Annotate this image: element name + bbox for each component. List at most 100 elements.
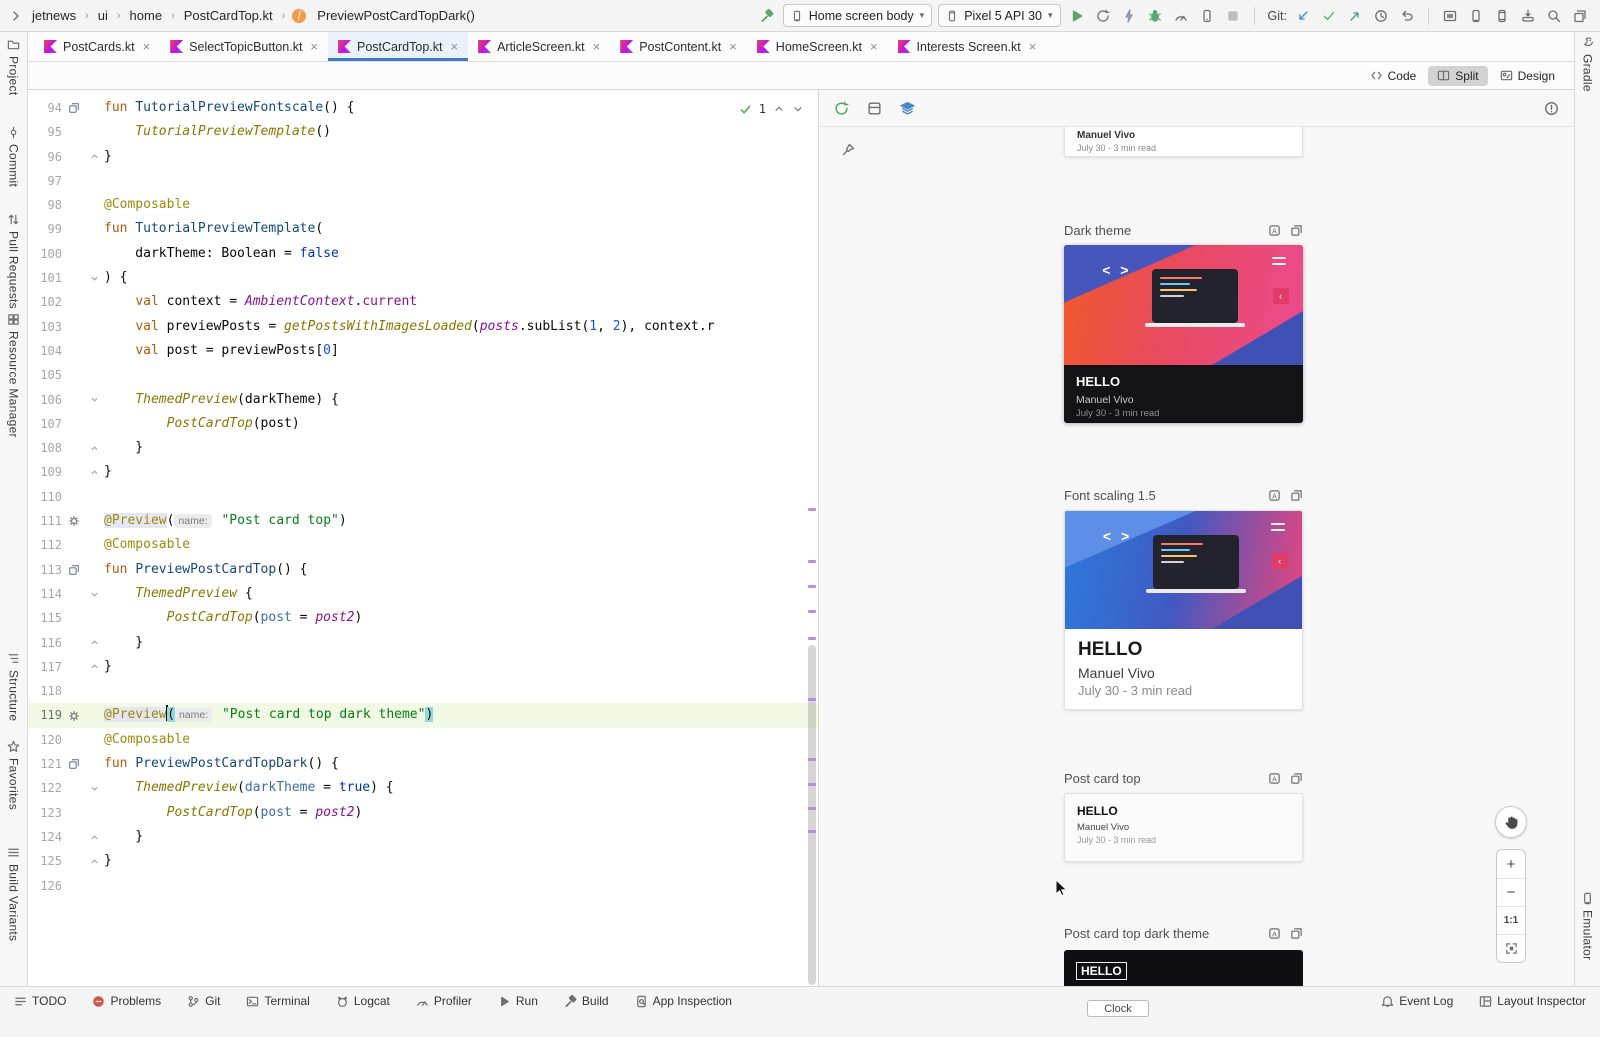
tab-postcardtop-kt[interactable]: PostCardTop.kt× [328, 32, 468, 61]
statusbar-run[interactable]: Run [498, 994, 538, 1008]
run-config-select[interactable]: Home screen body▾ [783, 4, 932, 27]
fold-marker-icon[interactable] [86, 444, 102, 453]
fold-marker-icon[interactable] [86, 152, 102, 161]
close-icon[interactable]: × [729, 39, 737, 54]
interactive-icon[interactable]: A [1268, 489, 1281, 502]
fold-marker-icon[interactable] [86, 468, 102, 477]
debug-icon[interactable] [1145, 6, 1165, 26]
zoom-1to1-button[interactable]: 1:1 [1497, 906, 1525, 934]
play-icon[interactable] [1067, 6, 1087, 26]
mode-code[interactable]: Code [1361, 66, 1426, 86]
zoom-in-button[interactable]: + [1497, 850, 1525, 878]
pin-icon[interactable] [841, 143, 855, 157]
sidebar-item-emulator[interactable]: Emulator [1575, 892, 1600, 960]
code-editor[interactable]: 94fun TutorialPreviewFontscale() {95 Tut… [28, 90, 818, 986]
editor-scrollbar[interactable] [806, 90, 818, 986]
statusbar-event-log[interactable]: Event Log [1381, 994, 1453, 1008]
view-options-icon[interactable] [864, 98, 885, 119]
sidebar-item-gradle[interactable]: Gradle [1575, 36, 1600, 92]
statusbar-logcat[interactable]: Logcat [336, 994, 390, 1008]
sdk-manager-icon[interactable] [1518, 6, 1538, 26]
close-icon[interactable]: × [593, 39, 601, 54]
fold-marker-icon[interactable] [86, 833, 102, 842]
statusbar-problems[interactable]: Problems [92, 994, 161, 1008]
mode-split[interactable]: Split [1428, 66, 1487, 86]
breadcrumb-item[interactable]: ui [96, 7, 110, 24]
deploy-preview-icon[interactable] [1290, 224, 1303, 237]
close-icon[interactable]: × [1029, 39, 1037, 54]
sidebar-item-build-variants[interactable]: Build Variants [0, 846, 27, 941]
statusbar-profiler[interactable]: Profiler [416, 994, 472, 1008]
push-icon[interactable] [1345, 6, 1365, 26]
fold-marker-icon[interactable] [86, 662, 102, 671]
deploy-preview-icon[interactable] [1290, 927, 1303, 940]
rollback-icon[interactable] [1397, 6, 1417, 26]
sidebar-item-favorites[interactable]: Favorites [0, 740, 27, 810]
deploy-preview-icon[interactable] [1290, 772, 1303, 785]
fold-marker-icon[interactable] [86, 395, 102, 404]
hammer-icon[interactable] [757, 6, 777, 26]
tab-postcontent-kt[interactable]: PostContent.kt× [610, 32, 747, 61]
tab-interests-screen-kt[interactable]: Interests Screen.kt× [888, 32, 1047, 61]
close-icon[interactable]: × [310, 39, 318, 54]
zoom-fit-button[interactable] [1497, 934, 1525, 962]
fold-marker-icon[interactable] [86, 274, 102, 283]
emulator-icon[interactable] [1492, 6, 1512, 26]
statusbar-todo[interactable]: TODO [14, 994, 66, 1008]
statusbar-git[interactable]: Git [187, 994, 220, 1008]
device-select[interactable]: Pixel 5 API 30▾ [938, 4, 1060, 27]
scrollbar-thumb[interactable] [808, 645, 816, 985]
layers-icon[interactable] [897, 98, 918, 119]
breadcrumb-item[interactable]: home [128, 7, 165, 24]
tab-postcards-kt[interactable]: PostCards.kt× [34, 32, 160, 61]
attach-debugger-icon[interactable] [1197, 6, 1217, 26]
apply-code-changes-icon[interactable] [1119, 6, 1139, 26]
deploy-preview-gutter-icon[interactable] [62, 564, 86, 576]
tab-articlescreen-kt[interactable]: ArticleScreen.kt× [468, 32, 610, 61]
inspection-widget[interactable]: 1 [735, 100, 808, 118]
preview-canvas[interactable]: Manuel VivoJuly 30 - 3 min readDark them… [819, 127, 1575, 986]
preview-settings-icon[interactable] [62, 710, 86, 722]
interactive-icon[interactable]: A [1268, 224, 1281, 237]
fold-marker-icon[interactable] [86, 857, 102, 866]
preview-settings-icon[interactable] [62, 515, 86, 527]
deploy-preview-icon[interactable] [1290, 489, 1303, 502]
sidebar-item-project[interactable]: Project [0, 38, 27, 95]
stop-icon[interactable] [1223, 6, 1243, 26]
deploy-preview-gutter-icon[interactable] [62, 758, 86, 770]
interactive-icon[interactable]: A [1268, 772, 1281, 785]
pan-button[interactable] [1495, 806, 1527, 838]
close-icon[interactable]: × [143, 39, 151, 54]
mode-design[interactable]: Design [1491, 66, 1564, 86]
breadcrumb-item[interactable]: jetnews [30, 7, 78, 24]
sidebar-item-pull-requests[interactable]: Pull Requests [0, 213, 27, 309]
refresh-icon[interactable] [831, 98, 852, 119]
sidebar-item-resource-manager[interactable]: Resource Manager [0, 313, 27, 438]
deploy-preview-gutter-icon[interactable] [62, 102, 86, 114]
statusbar-layout-inspector[interactable]: Layout Inspector [1479, 994, 1586, 1008]
interactive-icon[interactable]: A [1268, 927, 1281, 940]
profiler-icon[interactable] [1171, 6, 1191, 26]
tab-homescreen-kt[interactable]: HomeScreen.kt× [747, 32, 888, 61]
device-manager-icon[interactable] [1466, 6, 1486, 26]
sidebar-item-commit[interactable]: Commit [0, 126, 27, 187]
fold-marker-icon[interactable] [86, 784, 102, 793]
fold-marker-icon[interactable] [86, 638, 102, 647]
close-icon[interactable]: × [450, 39, 458, 54]
breadcrumb-item[interactable]: PreviewPostCardTopDark() [315, 7, 477, 24]
sidebar-item-structure[interactable]: Structure [0, 652, 27, 721]
chevron-up-icon[interactable] [773, 103, 785, 115]
statusbar-app-inspection[interactable]: App Inspection [635, 994, 732, 1008]
history-icon[interactable] [1371, 6, 1391, 26]
apply-changes-icon[interactable] [1093, 6, 1113, 26]
fold-marker-icon[interactable] [86, 590, 102, 599]
statusbar-terminal[interactable]: Terminal [246, 994, 309, 1008]
statusbar-build[interactable]: Build [564, 994, 609, 1008]
zoom-out-button[interactable]: − [1497, 878, 1525, 906]
issues-icon[interactable] [1541, 98, 1562, 119]
layout-inspector-icon[interactable] [1440, 6, 1460, 26]
stack-icon[interactable] [1570, 6, 1590, 26]
tab-selecttopicbutton-kt[interactable]: SelectTopicButton.kt× [160, 32, 328, 61]
close-icon[interactable]: × [870, 39, 878, 54]
commit-icon[interactable] [1319, 6, 1339, 26]
